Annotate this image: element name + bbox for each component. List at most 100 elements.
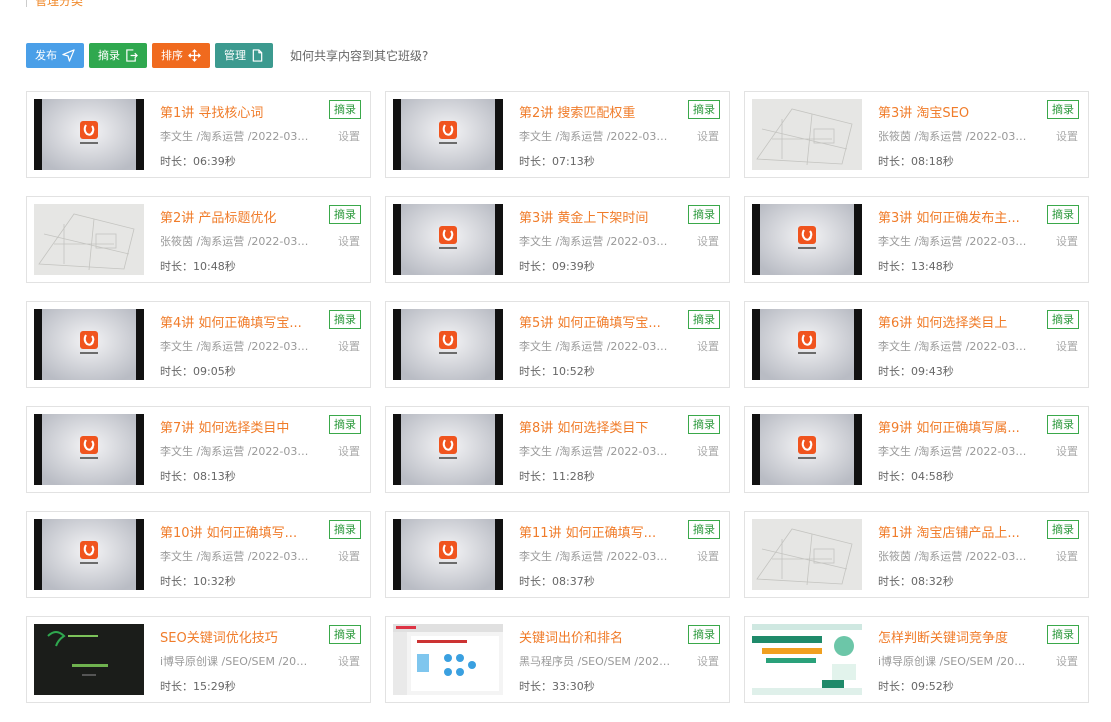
excerpt-button[interactable]: 摘录 <box>688 100 720 119</box>
course-title[interactable]: 关键词出价和排名 <box>519 627 679 646</box>
excerpt-button[interactable]: 摘录 <box>329 310 361 329</box>
video-thumbnail[interactable] <box>393 519 503 590</box>
course-card[interactable]: 第10讲 如何正确填写... 摘录 李文生 /淘系运营 /2022-03-17 … <box>26 511 371 598</box>
manage-button[interactable]: 管理 <box>215 42 273 68</box>
video-thumbnail[interactable] <box>393 309 503 380</box>
course-card[interactable]: 第8讲 如何选择类目下 摘录 李文生 /淘系运营 /2022-03-17 设置 … <box>385 406 730 493</box>
excerpt-button[interactable]: 摘录 <box>1047 310 1079 329</box>
course-title[interactable]: 第4讲 如何正确填写宝... <box>160 312 320 331</box>
excerpt-button[interactable]: 摘录 <box>688 415 720 434</box>
course-card[interactable]: 第5讲 如何正确填写宝... 摘录 李文生 /淘系运营 /2022-03-17 … <box>385 301 730 388</box>
settings-link[interactable]: 设置 <box>697 548 719 564</box>
breadcrumb[interactable]: 管理分类 <box>26 0 83 9</box>
excerpt-button[interactable]: 摘录 <box>1047 205 1079 224</box>
course-card[interactable]: 第6讲 如何选择类目上 摘录 李文生 /淘系运营 /2022-03-17 设置 … <box>744 301 1089 388</box>
excerpt-button[interactable]: 摘录 <box>1047 415 1079 434</box>
settings-link[interactable]: 设置 <box>338 653 360 669</box>
excerpt-button[interactable]: 摘录 <box>688 310 720 329</box>
course-title[interactable]: SEO关键词优化技巧 <box>160 627 320 646</box>
excerpt-button[interactable]: 摘录 <box>688 205 720 224</box>
video-thumbnail[interactable] <box>752 519 862 590</box>
settings-link[interactable]: 设置 <box>338 443 360 459</box>
video-thumbnail[interactable] <box>752 309 862 380</box>
excerpt-button[interactable]: 摘录 <box>1047 100 1079 119</box>
video-thumbnail[interactable] <box>34 414 144 485</box>
publish-button[interactable]: 发布 <box>26 42 84 68</box>
excerpt-button[interactable]: 摘录 <box>1047 625 1079 644</box>
video-thumbnail[interactable] <box>752 624 862 695</box>
sort-button[interactable]: 排序 <box>152 42 210 68</box>
course-card[interactable]: 第3讲 黄金上下架时间 摘录 李文生 /淘系运营 /2022-03-17 设置 … <box>385 196 730 283</box>
excerpt-button[interactable]: 摘录 <box>688 520 720 539</box>
course-title[interactable]: 第1讲 寻找核心词 <box>160 102 320 121</box>
settings-link[interactable]: 设置 <box>338 128 360 144</box>
settings-link[interactable]: 设置 <box>1056 548 1078 564</box>
video-thumbnail[interactable] <box>34 309 144 380</box>
share-help-link[interactable]: 如何共享内容到其它班级? <box>290 47 428 64</box>
settings-link[interactable]: 设置 <box>338 233 360 249</box>
settings-link[interactable]: 设置 <box>338 338 360 354</box>
video-thumbnail[interactable] <box>34 624 144 695</box>
course-card[interactable]: 第4讲 如何正确填写宝... 摘录 李文生 /淘系运营 /2022-03-17 … <box>26 301 371 388</box>
excerpt-button[interactable]: 摘录 <box>89 42 147 68</box>
video-thumbnail[interactable] <box>393 204 503 275</box>
video-thumbnail[interactable] <box>34 519 144 590</box>
course-title[interactable]: 第7讲 如何选择类目中 <box>160 417 320 436</box>
course-card[interactable]: 第9讲 如何正确填写属... 摘录 李文生 /淘系运营 /2022-03-17 … <box>744 406 1089 493</box>
video-thumbnail[interactable] <box>752 99 862 170</box>
excerpt-button[interactable]: 摘录 <box>329 415 361 434</box>
excerpt-button[interactable]: 摘录 <box>329 100 361 119</box>
excerpt-button[interactable]: 摘录 <box>688 625 720 644</box>
breadcrumb-label[interactable]: 管理分类 <box>35 0 83 8</box>
course-card[interactable]: 第2讲 产品标题优化 摘录 张筱茵 /淘系运营 /2022-03-17 设置 时… <box>26 196 371 283</box>
course-title[interactable]: 第3讲 黄金上下架时间 <box>519 207 679 226</box>
settings-link[interactable]: 设置 <box>338 548 360 564</box>
excerpt-button[interactable]: 摘录 <box>329 520 361 539</box>
course-title[interactable]: 第6讲 如何选择类目上 <box>878 312 1038 331</box>
video-thumbnail[interactable] <box>393 99 503 170</box>
course-card[interactable]: 第3讲 淘宝SEO 摘录 张筱茵 /淘系运营 /2022-03-17 设置 时长… <box>744 91 1089 178</box>
course-title[interactable]: 第3讲 淘宝SEO <box>878 102 1038 121</box>
settings-link[interactable]: 设置 <box>697 128 719 144</box>
course-title[interactable]: 第8讲 如何选择类目下 <box>519 417 679 436</box>
video-thumbnail[interactable] <box>34 204 144 275</box>
excerpt-button[interactable]: 摘录 <box>1047 520 1079 539</box>
settings-link[interactable]: 设置 <box>1056 338 1078 354</box>
video-thumbnail[interactable] <box>752 414 862 485</box>
course-title[interactable]: 第5讲 如何正确填写宝... <box>519 312 679 331</box>
settings-link[interactable]: 设置 <box>697 338 719 354</box>
settings-link[interactable]: 设置 <box>1056 128 1078 144</box>
course-duration: 时长：10:52秒 <box>519 365 595 378</box>
video-thumbnail[interactable] <box>393 624 503 695</box>
settings-link[interactable]: 设置 <box>1056 233 1078 249</box>
video-thumbnail[interactable] <box>752 204 862 275</box>
course-title[interactable]: 第2讲 搜索匹配权重 <box>519 102 679 121</box>
course-title[interactable]: 第11讲 如何正确填写... <box>519 522 679 541</box>
course-card[interactable]: 第3讲 如何正确发布主... 摘录 李文生 /淘系运营 /2022-03-17 … <box>744 196 1089 283</box>
course-card[interactable]: 怎样判断关键词竞争度 摘录 i博导原创课 /SEO/SEM /2022-... … <box>744 616 1089 703</box>
settings-link[interactable]: 设置 <box>697 653 719 669</box>
settings-link[interactable]: 设置 <box>697 233 719 249</box>
settings-link[interactable]: 设置 <box>1056 443 1078 459</box>
course-title[interactable]: 第10讲 如何正确填写... <box>160 522 320 541</box>
course-title[interactable]: 怎样判断关键词竞争度 <box>878 627 1038 646</box>
course-card[interactable]: SEO关键词优化技巧 摘录 i博导原创课 /SEO/SEM /2022-... … <box>26 616 371 703</box>
course-meta: 李文生 /淘系运营 /2022-03-17 <box>878 445 1030 458</box>
course-title[interactable]: 第1讲 淘宝店铺产品上... <box>878 522 1038 541</box>
course-card[interactable]: 第7讲 如何选择类目中 摘录 李文生 /淘系运营 /2022-03-17 设置 … <box>26 406 371 493</box>
video-thumbnail[interactable] <box>393 414 503 485</box>
course-title[interactable]: 第3讲 如何正确发布主... <box>878 207 1038 226</box>
course-card[interactable]: 第11讲 如何正确填写... 摘录 李文生 /淘系运营 /2022-03-17 … <box>385 511 730 598</box>
course-card[interactable]: 第1讲 寻找核心词 摘录 李文生 /淘系运营 /2022-03-17 设置 时长… <box>26 91 371 178</box>
course-card[interactable]: 第1讲 淘宝店铺产品上... 摘录 张筱茵 /淘系运营 /2022-03-17 … <box>744 511 1089 598</box>
course-card[interactable]: 关键词出价和排名 摘录 黑马程序员 /SEO/SEM /2022-0... 设置… <box>385 616 730 703</box>
video-thumbnail[interactable] <box>34 99 144 170</box>
excerpt-button[interactable]: 摘录 <box>329 205 361 224</box>
settings-link[interactable]: 设置 <box>1056 653 1078 669</box>
course-title[interactable]: 第9讲 如何正确填写属... <box>878 417 1038 436</box>
course-meta: 李文生 /淘系运营 /2022-03-17 <box>519 550 671 563</box>
settings-link[interactable]: 设置 <box>697 443 719 459</box>
excerpt-button[interactable]: 摘录 <box>329 625 361 644</box>
course-title[interactable]: 第2讲 产品标题优化 <box>160 207 320 226</box>
course-card[interactable]: 第2讲 搜索匹配权重 摘录 李文生 /淘系运营 /2022-03-17 设置 时… <box>385 91 730 178</box>
